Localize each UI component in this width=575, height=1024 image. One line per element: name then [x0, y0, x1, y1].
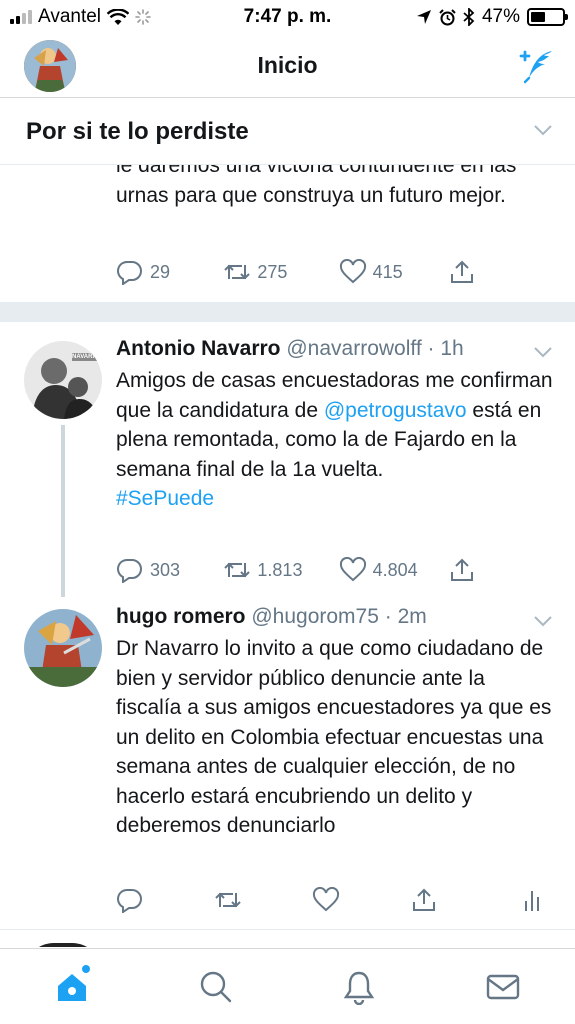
tweet-actions: 303 1.813 4.804: [116, 557, 476, 583]
like-button[interactable]: [312, 887, 410, 913]
avatar-text: NAVARRO: [72, 354, 102, 360]
timeline-feed[interactable]: le daremos una victoria contundente en l…: [0, 165, 575, 947]
chevron-down-icon[interactable]: [533, 345, 553, 359]
tab-search[interactable]: [186, 957, 246, 1017]
heart-icon: [312, 887, 340, 912]
tweet-divider: [0, 929, 575, 930]
analytics-icon: [525, 891, 539, 911]
bell-icon: [344, 971, 375, 1005]
status-left: Avantel: [10, 6, 210, 28]
tweet-time: · 1h: [427, 337, 464, 360]
avatar[interactable]: [24, 609, 102, 687]
reply-button[interactable]: 303: [116, 557, 223, 583]
retweet-icon: [215, 892, 241, 908]
status-right: 47%: [365, 6, 568, 28]
analytics-button[interactable]: [520, 887, 548, 913]
page-title: Inicio: [257, 52, 318, 78]
hashtag-link[interactable]: #SePuede: [116, 487, 214, 510]
loading-icon: [135, 9, 151, 25]
author-name[interactable]: hugo romero: [116, 605, 246, 628]
status-time: 7:47 p. m.: [243, 6, 332, 27]
section-header: Por si te lo perdiste: [0, 99, 575, 165]
chevron-down-icon[interactable]: [533, 123, 553, 137]
reply-count: 303: [150, 559, 181, 580]
status-bar: Avantel 7:47 p. m. 47%: [0, 0, 575, 34]
retweet-count: 1.813: [257, 559, 303, 580]
like-button[interactable]: 4.804: [339, 557, 448, 583]
search-icon: [200, 971, 231, 1002]
share-button[interactable]: [448, 259, 476, 285]
tweet-time: · 2m: [384, 605, 427, 628]
share-button[interactable]: [448, 557, 476, 583]
tab-notifications[interactable]: [329, 957, 389, 1017]
avatar[interactable]: NAVARRO: [24, 341, 102, 419]
avatar[interactable]: [24, 943, 102, 947]
carrier-label: Avantel: [38, 6, 102, 27]
share-icon: [450, 558, 473, 581]
location-icon: [416, 10, 431, 24]
retweet-icon: [224, 562, 251, 578]
notification-dot: [81, 964, 90, 973]
tab-bar: [0, 948, 575, 1024]
retweet-icon: [224, 264, 251, 280]
profile-avatar[interactable]: [24, 40, 76, 92]
like-count: 4.804: [372, 559, 418, 580]
tweet-actions: [116, 887, 556, 913]
tab-home[interactable]: [42, 957, 102, 1017]
heart-icon: [339, 259, 366, 284]
reply-icon: [117, 260, 142, 285]
retweet-button[interactable]: [214, 887, 312, 913]
tab-messages[interactable]: [473, 957, 533, 1017]
nav-header: Inicio: [0, 34, 575, 98]
retweet-button[interactable]: 275: [223, 259, 338, 285]
reply-button[interactable]: [116, 887, 214, 913]
compose-tweet-icon[interactable]: [515, 48, 555, 84]
reply-count: 29: [150, 261, 171, 282]
reply-icon: [117, 888, 142, 913]
battery-level: [531, 12, 546, 22]
author-name[interactable]: Antonio Navarro: [116, 337, 281, 360]
like-button[interactable]: 415: [339, 259, 448, 285]
alarm-icon: [439, 8, 456, 25]
partial-tweet-actions: 29 275 415: [116, 259, 476, 285]
tweet-text: Amigos de casas encuestadoras me confirm…: [116, 366, 556, 514]
section-title: Por si te lo perdiste: [26, 117, 249, 145]
author-handle[interactable]: @hugorom75: [251, 605, 379, 628]
battery-percent: 47%: [481, 6, 520, 27]
avatar-image: [24, 40, 76, 92]
mention-link[interactable]: @petrogustavo: [324, 399, 467, 422]
share-icon: [413, 888, 435, 911]
tweet-header: hugo romero @hugorom75 · 2m: [116, 605, 427, 629]
retweet-count: 275: [257, 261, 288, 282]
share-icon: [450, 260, 473, 283]
avatar-image: [24, 341, 102, 419]
retweet-button[interactable]: 1.813: [223, 557, 338, 583]
chevron-down-icon[interactable]: [533, 614, 553, 628]
reply-button[interactable]: 29: [116, 259, 223, 285]
partial-tweet-text: le daremos una victoria contundente en l…: [116, 165, 517, 207]
author-handle[interactable]: @navarrowolff: [286, 337, 421, 360]
share-button[interactable]: [410, 887, 520, 913]
signal-icon: [10, 10, 32, 24]
home-icon: [57, 973, 86, 1001]
reply-icon: [117, 558, 142, 583]
thread-line: [61, 425, 65, 597]
tweet-text: Dr Navarro lo invito a que como ciudadan…: [116, 637, 552, 837]
tweet-header: Antonio Navarro @navarrowolff · 1h: [116, 337, 464, 361]
bluetooth-icon: [463, 8, 475, 26]
mail-icon: [486, 974, 520, 999]
avatar-image: [24, 609, 102, 687]
battery-icon: [527, 8, 568, 26]
feed-separator: [0, 302, 575, 322]
heart-icon: [339, 557, 366, 582]
wifi-icon: [107, 8, 130, 25]
like-count: 415: [372, 261, 403, 282]
